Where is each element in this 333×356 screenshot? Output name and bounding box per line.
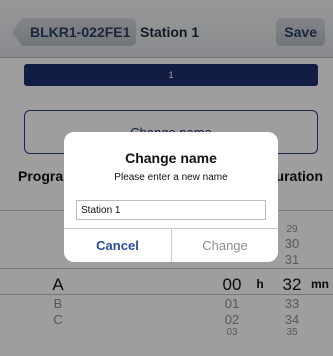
change-button[interactable]: Change: [172, 229, 278, 262]
name-input[interactable]: [76, 200, 266, 220]
change-name-dialog: Change name Please enter a new name Canc…: [64, 132, 278, 262]
dialog-title: Change name: [125, 150, 217, 166]
dialog-message: Please enter a new name: [114, 172, 228, 183]
cancel-button[interactable]: Cancel: [64, 229, 171, 262]
